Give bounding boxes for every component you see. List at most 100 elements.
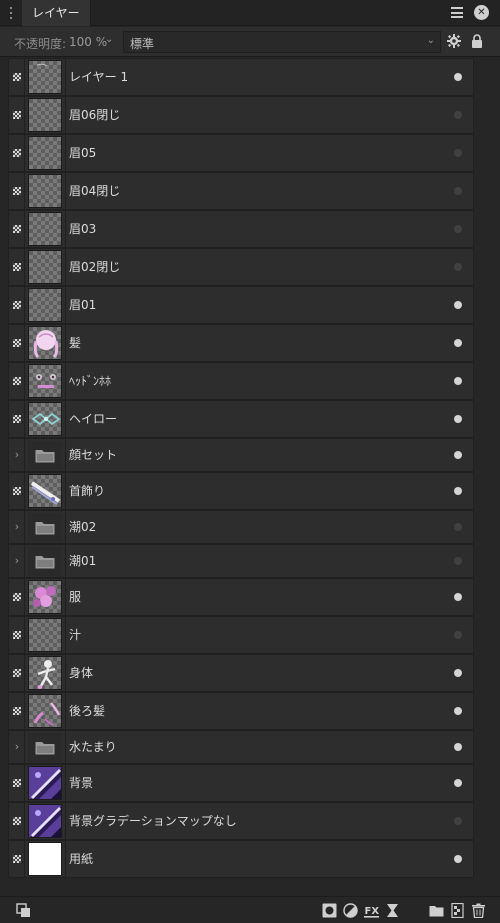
visibility-toggle[interactable] [454,73,462,81]
layer-row[interactable]: レイヤー 1 [8,58,474,96]
panel-menu-icon[interactable] [451,7,463,18]
chevron-down-icon[interactable]: ⌄ [105,34,113,45]
drag-grip-icon[interactable] [10,7,13,19]
visibility-toggle[interactable] [454,817,462,825]
folder-icon [35,450,55,463]
layer-name: レイヤー 1 [69,70,129,84]
layer-row[interactable]: 汁 [8,616,474,654]
visibility-toggle[interactable] [454,225,462,233]
layer-row[interactable]: 服 [8,578,474,616]
chevron-right-icon[interactable]: › [11,553,23,569]
blend-mode-select[interactable]: 標準 ⌄ [123,31,441,53]
row-divider [65,363,66,399]
visibility-toggle[interactable] [454,557,462,565]
add-group-icon[interactable] [429,903,444,918]
layer-row[interactable]: › 顔セット [8,438,474,472]
thumbnail-art [36,374,56,388]
layer-thumbnail [28,98,62,132]
layer-thumbnail [28,733,62,762]
lock-icon[interactable] [471,34,483,48]
layer-row[interactable]: 用紙 [8,840,474,878]
visibility-toggle[interactable] [454,415,462,423]
visibility-toggle[interactable] [454,301,462,309]
visibility-toggle[interactable] [454,669,462,677]
layer-row[interactable]: › 水たまり [8,730,474,764]
visibility-toggle[interactable] [454,779,462,787]
gear-icon[interactable] [447,34,461,48]
layer-row[interactable]: 首飾り [8,472,474,510]
visibility-toggle[interactable] [454,339,462,347]
add-pixel-layer-icon[interactable] [450,903,465,918]
mask-icon[interactable] [322,903,337,918]
layer-row[interactable]: 眉05 [8,134,474,172]
row-divider [65,211,66,247]
layer-row-lead [9,841,25,877]
visibility-toggle[interactable] [454,523,462,531]
opacity-input[interactable]: 100 % [69,35,107,49]
layer-name: ﾍｯﾄﾞﾝﾎﾎ [69,374,112,388]
layer-row[interactable]: 眉04閉じ [8,172,474,210]
layer-row[interactable]: 眉01 [8,286,474,324]
folder-icon [35,742,55,755]
layer-row[interactable]: › 潮01 [8,544,474,578]
visibility-toggle[interactable] [454,149,462,157]
layer-name: 潮01 [69,554,97,568]
layer-row[interactable]: 眉06閉じ [8,96,474,134]
chevron-right-icon[interactable]: › [11,739,23,755]
layer-thumbnail [28,618,62,652]
layers-bottom-toolbar: FX [0,896,500,923]
row-divider [65,617,66,653]
layer-row[interactable]: 眉03 [8,210,474,248]
visibility-toggle[interactable] [454,187,462,195]
layer-row[interactable]: 背景グラデーションマップなし [8,802,474,840]
visibility-toggle[interactable] [454,487,462,495]
layer-row-lead [9,473,25,509]
duplicate-icon[interactable] [16,903,31,918]
layer-thumbnail [28,842,62,876]
layer-row[interactable]: ﾍｯﾄﾞﾝﾎﾎ [8,362,474,400]
layers-list: レイヤー 1 眉06閉じ 眉05 眉04閉じ眉03 眉02閉じ 眉01 髪 ﾍｯﾄﾞﾝﾎﾎ ヘイ… [8,58,474,878]
visibility-toggle[interactable] [454,743,462,751]
close-icon[interactable]: ✕ [474,5,489,20]
layer-thumbnail [28,656,62,690]
layer-thumbnail [28,402,62,436]
thumbnail-art [29,843,61,875]
layer-row[interactable]: 背景 [8,764,474,802]
visibility-toggle[interactable] [454,855,462,863]
pixel-layer-icon [13,707,21,715]
layer-row[interactable]: 身体 [8,654,474,692]
layer-row-lead [9,401,25,437]
thumbnail-art [29,137,62,170]
pixel-layer-icon [13,73,21,81]
layer-row[interactable]: 眉02閉じ [8,248,474,286]
visibility-toggle[interactable] [454,111,462,119]
layer-name: 顔セット [69,448,118,462]
visibility-toggle[interactable] [454,593,462,601]
layer-row[interactable]: ヘイロー [8,400,474,438]
pixel-layer-icon [13,225,21,233]
pixel-layer-icon [13,855,21,863]
visibility-toggle[interactable] [454,451,462,459]
layer-row[interactable]: › 潮02 [8,510,474,544]
layer-row[interactable]: 後ろ髪 [8,692,474,730]
chevron-right-icon[interactable]: › [11,447,23,463]
layer-name: 眉04閉じ [69,184,121,198]
pixel-layer-icon [13,669,21,677]
fx-icon[interactable]: FX [364,903,379,918]
visibility-toggle[interactable] [454,263,462,271]
layer-row-lead: › [9,545,25,577]
layer-thumbnail [28,364,62,398]
tab-layers[interactable]: レイヤー [22,0,91,26]
pixel-layer-icon [13,377,21,385]
visibility-toggle[interactable] [454,631,462,639]
thumbnail-art [33,586,56,607]
chevron-right-icon[interactable]: › [11,519,23,535]
thumbnail-art [33,702,61,726]
live-filter-icon[interactable] [385,903,400,918]
layer-row-lead [9,287,25,323]
visibility-toggle[interactable] [454,707,462,715]
layer-row[interactable]: 髪 [8,324,474,362]
trash-icon[interactable] [471,903,486,918]
adjustment-icon[interactable] [343,903,358,918]
visibility-toggle[interactable] [454,377,462,385]
